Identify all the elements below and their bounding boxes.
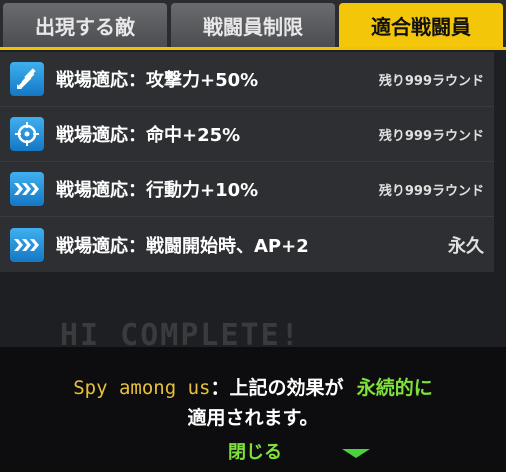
message-line-1: Spy among us：上記の効果が 永続的に — [0, 373, 506, 400]
close-button[interactable]: 閉じる — [200, 437, 310, 465]
effect-row-attack: 戦場適応：攻撃力+50% 残り999ラウンド — [0, 52, 494, 107]
crosshair-icon — [10, 117, 44, 151]
message-box: Spy among us：上記の効果が 永続的に 適用されます。 閉じる — [0, 347, 506, 472]
tab-member-restriction[interactable]: 戦闘員制限 — [171, 3, 335, 47]
tab-compatible-members[interactable]: 適合戦闘員 — [339, 3, 503, 47]
effect-label: 戦場適応：行動力+10% — [56, 180, 259, 201]
effect-remaining: 残り999ラウンド — [378, 128, 484, 144]
effect-row-speed: 戦場適応：行動力+10% 残り999ラウンド — [0, 162, 494, 217]
speed-arrows-icon — [10, 227, 44, 262]
effect-label: 戦場適応：命中+25% — [56, 125, 241, 146]
tab-bar: 出現する敵 戦闘員制限 適合戦闘員 — [0, 0, 506, 50]
effect-label: 戦場適応：戦闘開始時、AP+2 — [56, 235, 309, 257]
effect-label: 戦場適応：攻撃力+50% — [56, 70, 259, 91]
speed-arrows-icon — [10, 172, 44, 206]
message-line-2: 適用されます。 — [187, 407, 319, 429]
attack-up-icon — [10, 62, 44, 96]
chevron-down-icon[interactable] — [342, 449, 370, 458]
effect-remaining: 残り999ラウンド — [378, 73, 484, 89]
message-speaker-name: Spy among us — [73, 377, 211, 399]
effect-row-ap: 戦場適応：戦闘開始時、AP+2 永久 — [0, 217, 494, 272]
effect-list: 戦場適応：攻撃力+50% 残り999ラウンド 戦場適応：命中+25% 残り999… — [0, 52, 494, 272]
effect-remaining: 永久 — [448, 235, 484, 257]
effect-remaining: 残り999ラウンド — [378, 183, 484, 199]
message-text: ：上記の効果が — [210, 377, 344, 399]
message-highlight: 永続的に — [356, 377, 433, 399]
effect-row-accuracy: 戦場適応：命中+25% 残り999ラウンド — [0, 107, 494, 162]
tab-enemies[interactable]: 出現する敵 — [3, 3, 167, 47]
